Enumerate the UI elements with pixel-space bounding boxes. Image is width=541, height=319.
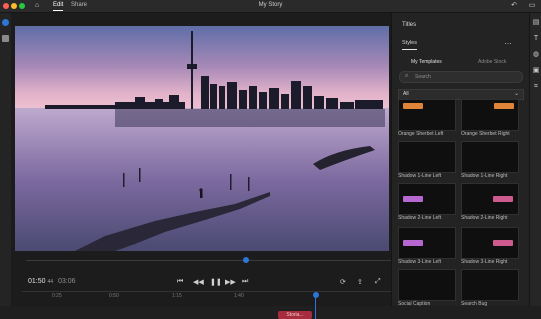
undo-icon[interactable]: ↶: [510, 2, 518, 10]
thumbnail-shadow-3-line-left[interactable]: [398, 227, 456, 259]
viewer: 01:50 44 03:06 ⏮ ◀◀ ❚❚ ▶▶ ⏭ ⟳ ⇪ ⤢ ≡ 0:25…: [11, 13, 402, 319]
subtab-my-templates[interactable]: My Templates: [411, 59, 442, 65]
add-media-button[interactable]: [2, 19, 9, 26]
comment-icon[interactable]: ▭: [528, 2, 536, 10]
audio-icon[interactable]: ◍: [532, 51, 540, 59]
more-icon[interactable]: …: [504, 37, 512, 46]
current-time: 01:50: [28, 278, 46, 285]
thumbnail-label: Shadow 2-Line Left: [398, 215, 442, 221]
right-toolbar: ▤ T ◍ ▣ ⌗: [529, 13, 541, 306]
scrub-bar[interactable]: [26, 260, 400, 261]
thumbnail-social-caption[interactable]: [398, 269, 456, 301]
panel-title: Titles: [402, 22, 417, 28]
top-bar: ⌂ Edit Share My Story ↶ ▭: [0, 0, 541, 13]
tab-styles[interactable]: Styles: [402, 40, 417, 50]
thumbnail-label: Shadow 3-Line Left: [398, 259, 442, 265]
export-icon[interactable]: ⇪: [357, 278, 363, 286]
thumbnail-orange-sherbet-right[interactable]: [461, 99, 519, 131]
thumbnail-label: Shadow 1-Line Right: [461, 173, 508, 179]
duration: 03:06: [58, 278, 76, 285]
ruler-025: 0:25: [52, 293, 62, 299]
step-back-icon[interactable]: ◀◀: [193, 278, 204, 286]
step-forward-icon[interactable]: ▶▶: [225, 278, 236, 286]
thumbnail-label: Shadow 3-Line Right: [461, 259, 508, 265]
skip-start-icon[interactable]: ⏮: [177, 278, 183, 286]
player-controls: 01:50 44 03:06 ⏮ ◀◀ ❚❚ ▶▶ ⏭ ⟳ ⇪ ⤢ ≡ 0:25…: [22, 257, 402, 319]
subtab-adobe-stock[interactable]: Adobe Stock: [478, 59, 506, 65]
pause-icon[interactable]: ❚❚: [210, 278, 222, 286]
scrub-handle[interactable]: [243, 257, 249, 263]
search-field[interactable]: ⌕ Search: [399, 71, 523, 83]
search-placeholder: Search: [415, 74, 431, 80]
thumbnail-orange-sherbet-left[interactable]: [398, 99, 456, 131]
fullscreen-icon[interactable]: ⤢: [375, 278, 381, 286]
thumbnail-label: Shadow 2-Line Right: [461, 215, 508, 221]
timeline-playhead[interactable]: [313, 292, 319, 298]
loop-icon[interactable]: ⟳: [340, 278, 346, 286]
titles-icon[interactable]: T: [532, 35, 540, 43]
search-icon: ⌕: [405, 73, 409, 79]
thumbnail-label: Search Bug: [461, 301, 488, 307]
chevron-down-icon: ⌄: [513, 91, 519, 97]
video-preview: [15, 26, 389, 251]
thumbnail-label: Shadow 1-Line Left: [398, 173, 442, 179]
panel-toggle-button[interactable]: [2, 35, 9, 42]
media-icon[interactable]: ▤: [532, 19, 540, 27]
skip-end-icon[interactable]: ⏭: [242, 278, 248, 286]
thumbnail-label: Orange Sherbet Left: [398, 131, 444, 137]
titles-panel: Titles Styles … My Templates Adobe Stock…: [391, 13, 530, 307]
transitions-icon[interactable]: ▣: [532, 67, 540, 75]
filter-value: All: [403, 91, 409, 97]
thumbnail-shadow-2-line-right[interactable]: [461, 183, 519, 215]
document-title: My Story: [258, 2, 283, 8]
thumbnail-shadow-3-line-right[interactable]: [461, 227, 519, 259]
thumbnail-shadow-1-line-right[interactable]: [461, 141, 519, 173]
thumbnail-shadow-1-line-left[interactable]: [398, 141, 456, 173]
thumbnail-search-bug[interactable]: [461, 269, 519, 301]
timeline-clip[interactable]: Storia...: [278, 311, 312, 319]
thumbnail-label: Orange Sherbet Right: [461, 131, 510, 137]
ruler-115: 1:15: [172, 293, 182, 299]
current-frame: 44: [47, 279, 54, 285]
thumbnail-label: Social Caption: [398, 301, 431, 307]
ruler-140: 1:40: [234, 293, 244, 299]
crop-icon[interactable]: ⌗: [532, 83, 540, 91]
ruler-050: 0:50: [109, 293, 119, 299]
thumbnail-shadow-2-line-left[interactable]: [398, 183, 456, 215]
